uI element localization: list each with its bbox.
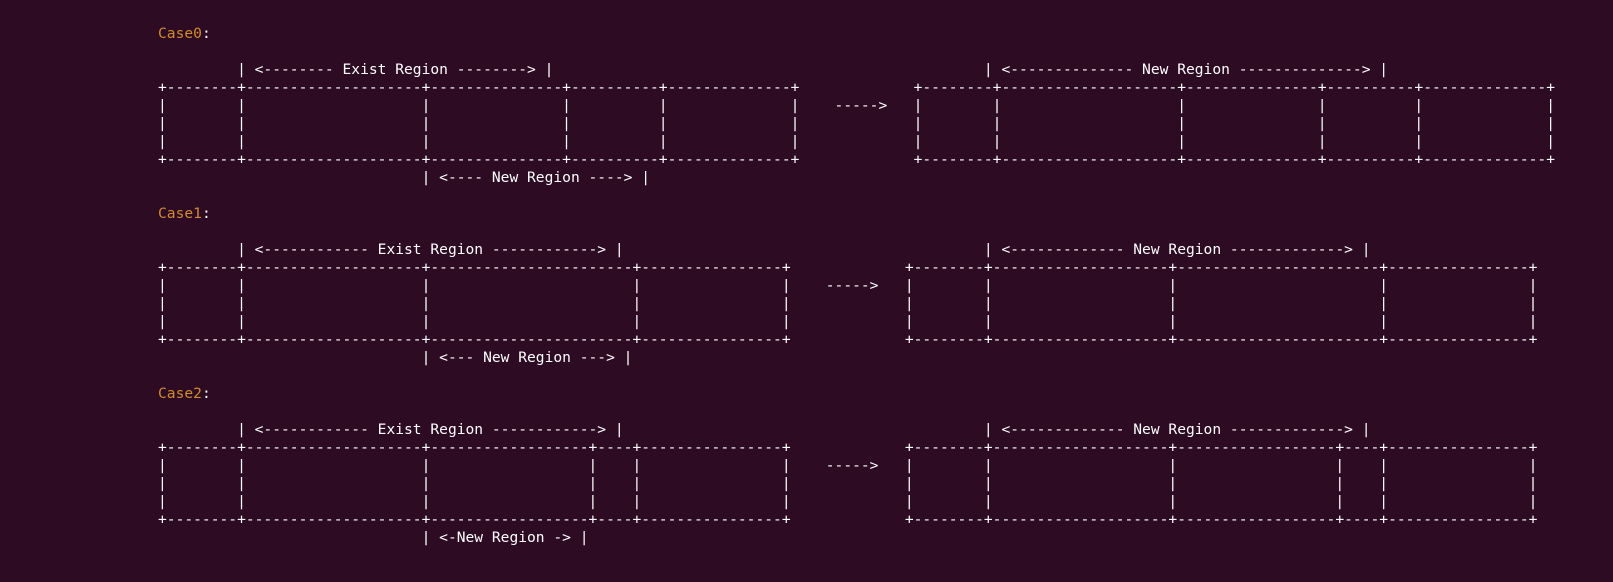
case2-row: | | | | | | | | | | | | — [158, 493, 1538, 510]
case1-line — [158, 223, 1537, 241]
case1-top-border: +--------+--------------------+---------… — [158, 259, 1538, 276]
case2-title: Case2: — [158, 385, 1537, 403]
terminal-output: Case0: | <-------- Exist Region --------… — [0, 0, 1613, 582]
case0-diagram: Case0: | <-------- Exist Region --------… — [158, 25, 1555, 187]
case0-line — [158, 43, 1555, 61]
case2-colon: : — [201, 385, 211, 402]
case0-label: Case0 — [158, 25, 202, 42]
case0-top-border: +--------+--------------------+---------… — [158, 79, 1556, 96]
case1-new-region-footer: | <--- New Region ---> | — [158, 349, 633, 366]
case2-diagram: Case2: | <------------ Exist Region ----… — [158, 385, 1537, 547]
case2-row: | | | | | | | | | | | | — [158, 475, 1538, 492]
case1-title: Case1: — [158, 205, 1537, 223]
case2-top-border: +--------+--------------------+---------… — [158, 439, 1538, 456]
case0-bottom-border: +--------+--------------------+---------… — [158, 151, 1556, 168]
case0-colon: : — [201, 25, 211, 42]
case2-label: Case2 — [158, 385, 202, 402]
case2-bottom-border: +--------+--------------------+---------… — [158, 511, 1538, 528]
case0-new-region-footer: | <---- New Region ----> | — [158, 169, 651, 186]
case2-row: | | | | | | -----> | | | | | | — [158, 457, 1538, 474]
case1-diagram: Case1: | <------------ Exist Region ----… — [158, 205, 1537, 367]
case1-row: | | | | | | | | | | — [158, 313, 1538, 330]
case1-colon: : — [201, 205, 211, 222]
case0-row: | | | | | | | | | | | | — [158, 133, 1556, 150]
case2-new-region-footer: | <-New Region -> | — [158, 529, 589, 546]
case0-title: Case0: — [158, 25, 1555, 43]
case0-exist-region-header: | <-------- Exist Region --------> | | <… — [158, 61, 1389, 78]
case1-row: | | | | | -----> | | | | | — [158, 277, 1538, 294]
case0-row: | | | | | | -----> | | | | | | — [158, 97, 1556, 114]
case2-line — [158, 403, 1537, 421]
case1-label: Case1 — [158, 205, 202, 222]
case0-row: | | | | | | | | | | | | — [158, 115, 1556, 132]
case2-exist-region-header: | <------------ Exist Region -----------… — [158, 421, 1371, 438]
case1-row: | | | | | | | | | | — [158, 295, 1538, 312]
case1-exist-region-header: | <------------ Exist Region -----------… — [158, 241, 1371, 258]
case1-bottom-border: +--------+--------------------+---------… — [158, 331, 1538, 348]
